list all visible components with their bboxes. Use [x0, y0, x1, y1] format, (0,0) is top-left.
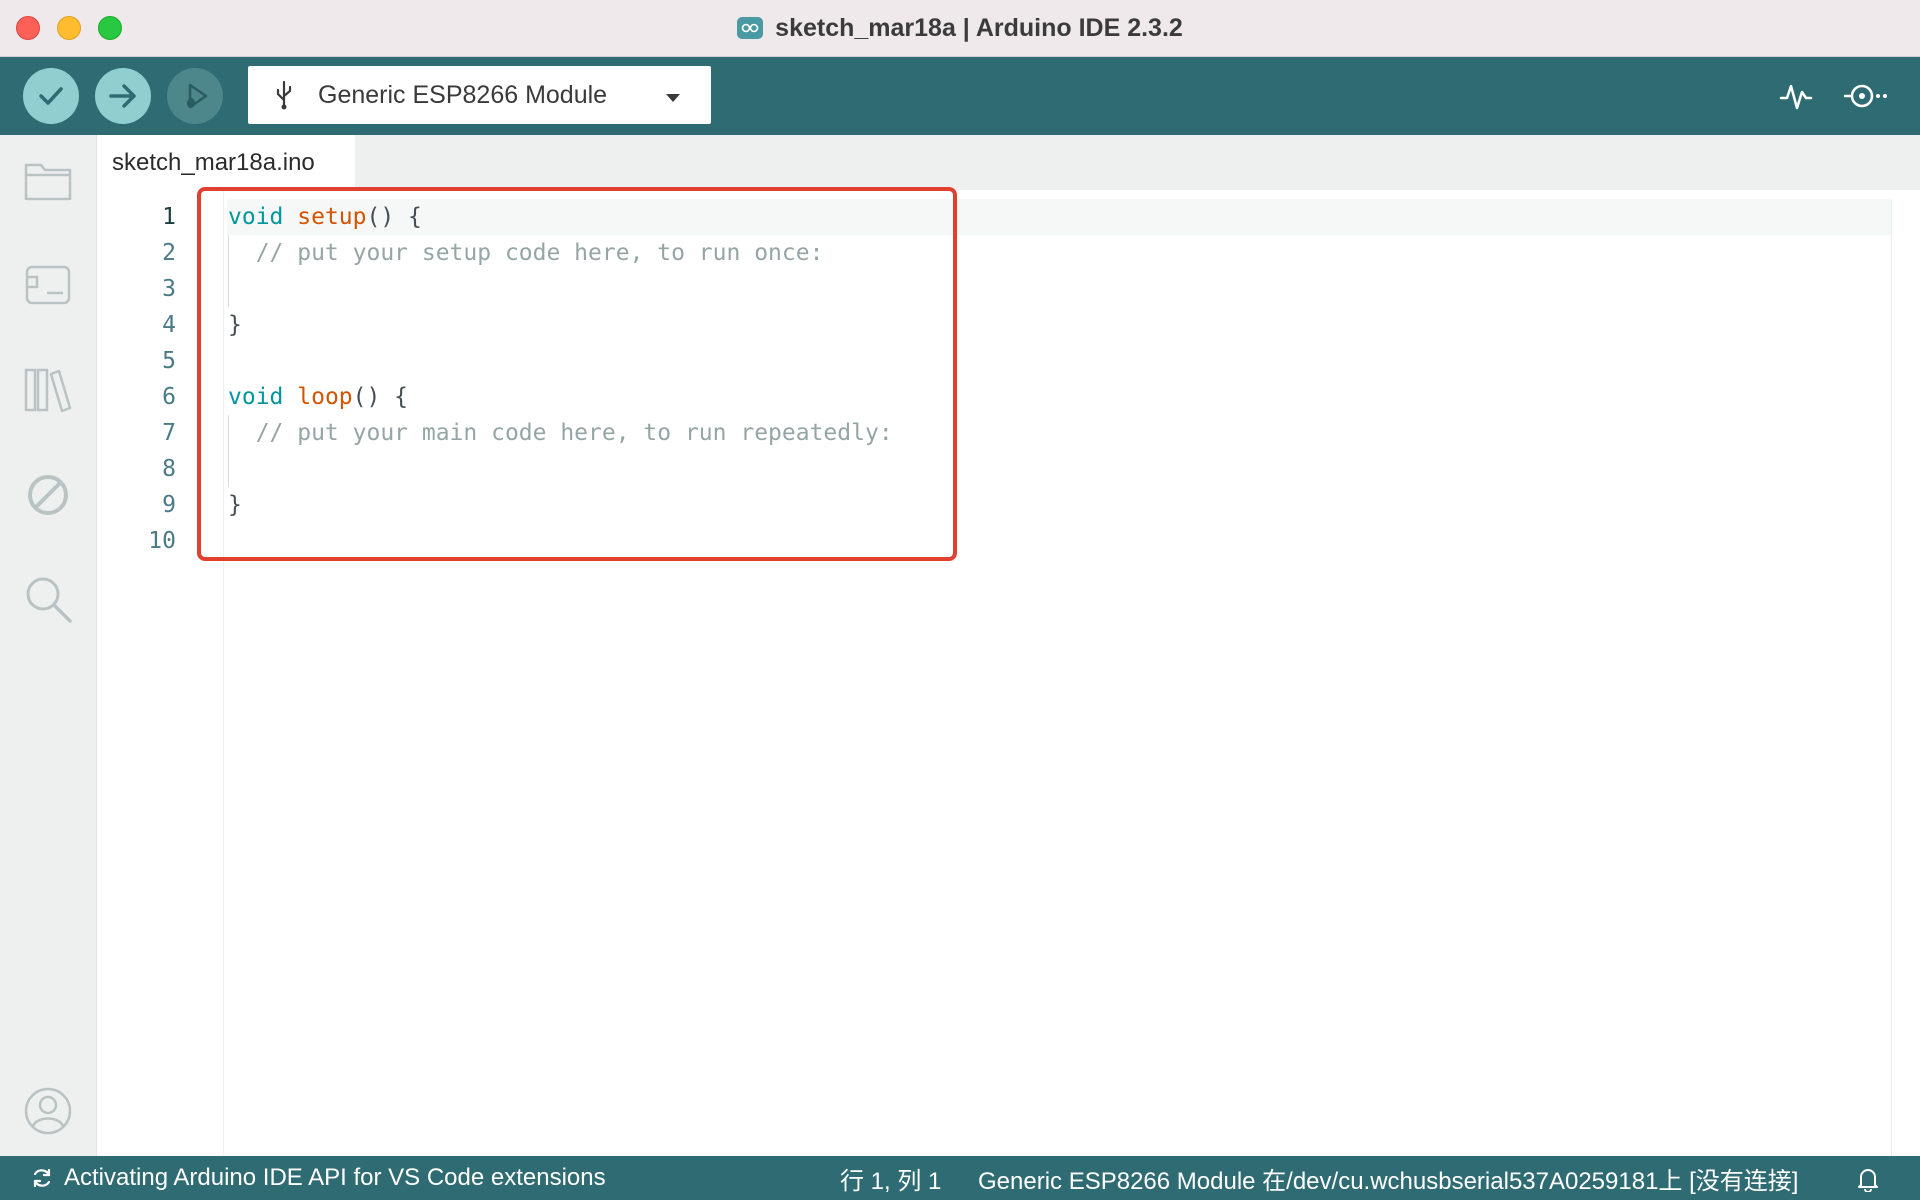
- title-bar: sketch_mar18a | Arduino IDE 2.3.2: [0, 0, 1920, 57]
- sidebar-item-debug[interactable]: [20, 467, 76, 523]
- editor-scrollbar[interactable]: [1891, 199, 1892, 1156]
- code-line: 9 }: [97, 487, 1797, 523]
- toolbar: Generic ESP8266 Module: [0, 57, 1920, 135]
- board-selector[interactable]: Generic ESP8266 Module: [248, 66, 711, 124]
- line-number: 7: [162, 420, 176, 446]
- code-punct: () {: [366, 204, 422, 230]
- board-selector-label: Generic ESP8266 Module: [318, 80, 608, 109]
- status-activity: Activating Arduino IDE API for VS Code e…: [30, 1156, 606, 1200]
- sidebar: [0, 135, 97, 1156]
- sync-icon: [33, 1168, 51, 1188]
- code-line: 1 void setup() {: [97, 199, 1797, 235]
- line-number: 2: [162, 240, 176, 266]
- maximize-window-button[interactable]: [98, 16, 122, 40]
- window-title: sketch_mar18a | Arduino IDE 2.3.2: [775, 13, 1183, 42]
- editor-tab-bar: sketch_mar18a.ino: [97, 135, 1920, 190]
- tab-sketch-file[interactable]: sketch_mar18a.ino: [97, 135, 355, 190]
- code-line: 3: [97, 271, 1797, 307]
- profile-icon: [24, 1087, 72, 1135]
- board-connection-status[interactable]: Generic ESP8266 Module 在/dev/cu.wchusbse…: [978, 1156, 1798, 1200]
- close-window-button[interactable]: [16, 16, 40, 40]
- arrow-right-icon: [109, 84, 136, 108]
- sidebar-item-profile[interactable]: [20, 1083, 76, 1139]
- code-comment: // put your setup code here, to run once…: [228, 240, 824, 266]
- code-punct: () {: [352, 384, 409, 410]
- line-number: 6: [162, 384, 176, 410]
- debug-icon: [187, 83, 208, 109]
- serial-plotter-icon: [1779, 84, 1813, 110]
- status-bar: Activating Arduino IDE API for VS Code e…: [0, 1156, 1920, 1200]
- keyword: void: [228, 384, 284, 410]
- bell-icon: [1858, 1169, 1878, 1192]
- upload-button[interactable]: [95, 68, 151, 124]
- sidebar-item-boards-manager[interactable]: [20, 257, 76, 313]
- serial-plotter-button[interactable]: [1772, 74, 1820, 118]
- arduino-logo-icon: [737, 17, 764, 39]
- cursor-position[interactable]: 行 1, 列 1: [840, 1156, 941, 1200]
- keyword: void: [228, 204, 284, 230]
- code-text: }: [228, 312, 242, 338]
- search-icon: [26, 577, 72, 623]
- function-name: loop: [297, 384, 353, 410]
- line-number: 8: [162, 456, 176, 482]
- code-editor[interactable]: 1 void setup() { 2 // put your setup cod…: [97, 190, 1920, 1156]
- line-number: 5: [162, 348, 176, 374]
- title-wrap: sketch_mar18a | Arduino IDE 2.3.2: [737, 14, 1183, 43]
- code-line: 7 // put your main code here, to run rep…: [97, 415, 1797, 451]
- serial-monitor-button[interactable]: [1842, 74, 1890, 118]
- code-line: 4 }: [97, 307, 1797, 343]
- line-number: 3: [162, 276, 176, 302]
- code-line: 6 void loop() {: [97, 379, 1797, 415]
- code-line: 8: [97, 451, 1797, 487]
- tab-label: sketch_mar18a.ino: [112, 148, 315, 176]
- sidebar-item-search[interactable]: [20, 571, 76, 627]
- library-icon: [24, 368, 72, 413]
- code-comment: // put your main code here, to run repea…: [228, 420, 893, 446]
- check-icon: [39, 87, 63, 105]
- boards-manager-icon: [25, 265, 71, 305]
- code-line: 2 // put your setup code here, to run on…: [97, 235, 1797, 271]
- minimize-window-button[interactable]: [57, 16, 81, 40]
- status-activity-text: Activating Arduino IDE API for VS Code e…: [64, 1164, 606, 1191]
- debug-disabled-icon: [28, 475, 68, 515]
- sidebar-item-library-manager[interactable]: [20, 361, 76, 417]
- line-number: 4: [162, 312, 176, 338]
- chevron-down-icon: [665, 90, 681, 108]
- code-text: }: [228, 492, 242, 518]
- code-text: void loop() {: [228, 379, 408, 415]
- code-line: 10: [97, 523, 1797, 559]
- folder-icon: [24, 163, 72, 201]
- line-number: 10: [148, 528, 176, 554]
- window-controls: [16, 16, 122, 40]
- usb-icon: [270, 79, 298, 111]
- function-name: setup: [297, 204, 367, 230]
- debug-button[interactable]: [167, 68, 223, 124]
- sidebar-item-sketchbook[interactable]: [20, 153, 76, 209]
- line-number: 1: [162, 204, 176, 230]
- code-text: void setup() {: [228, 199, 422, 235]
- line-number: 9: [162, 492, 176, 518]
- notifications-button[interactable]: [1853, 1164, 1883, 1194]
- serial-monitor-icon: [1844, 84, 1887, 108]
- code-line: 5: [97, 343, 1797, 379]
- verify-button[interactable]: [23, 68, 79, 124]
